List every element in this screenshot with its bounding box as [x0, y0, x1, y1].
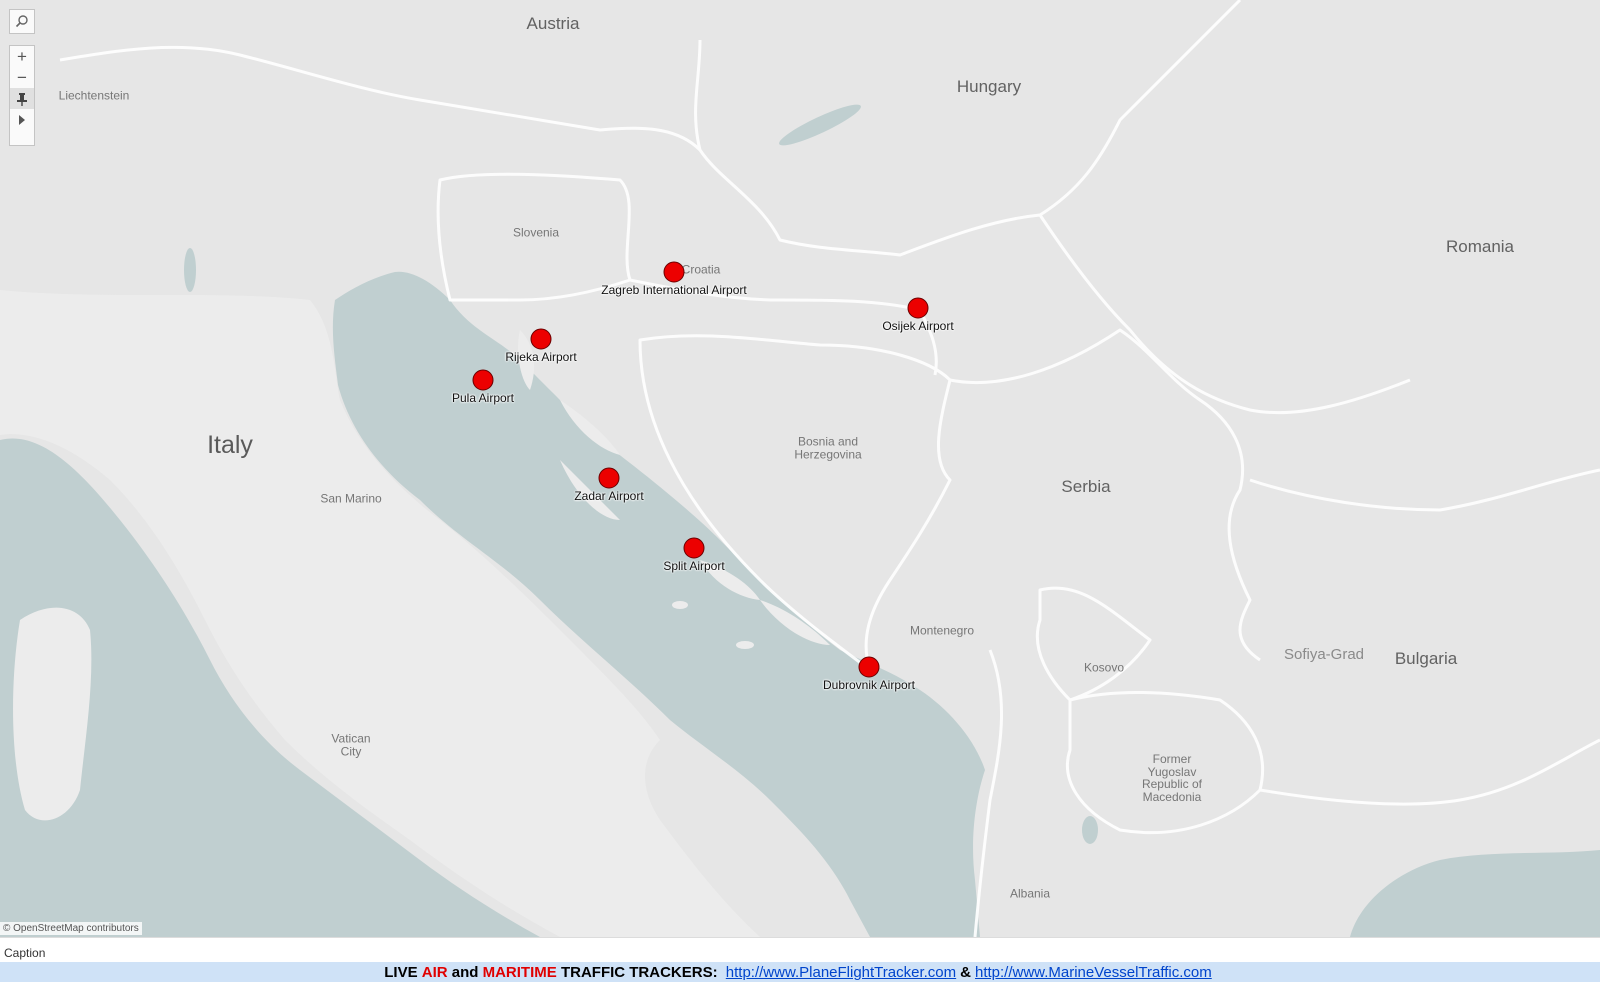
magnifier-icon[interactable] [10, 10, 34, 31]
label-bosnia: Bosnia and Herzegovina [794, 434, 862, 461]
airport-marker-split[interactable] [683, 537, 705, 559]
footer-amp: & [960, 963, 971, 981]
footer-and: and [451, 963, 479, 981]
vessel-traffic-link[interactable]: http://www.MarineVesselTraffic.com [975, 964, 1212, 981]
label-croatia: Croatia [681, 262, 721, 277]
airport-label-split: Split Airport [663, 559, 725, 573]
country-label-italy: Italy [207, 430, 253, 459]
label-albania: Albania [1009, 886, 1051, 901]
airport-marker-zadar[interactable] [598, 467, 620, 489]
country-label-romania: Romania [1445, 237, 1515, 257]
label-slovenia: Slovenia [512, 225, 560, 240]
label-kosovo: Kosovo [1083, 660, 1125, 675]
play-arrow-icon[interactable] [10, 109, 34, 130]
footer-maritime: MARITIME [482, 963, 557, 981]
airport-label-zagreb: Zagreb International Airport [601, 283, 747, 297]
zoom-out-button[interactable]: − [10, 67, 34, 88]
airport-marker-zagreb[interactable] [663, 261, 685, 283]
map-view[interactable]: Austria Hungary Italy Serbia Romania Bul… [0, 0, 1600, 937]
airport-marker-osijek[interactable] [907, 297, 929, 319]
airport-marker-pula[interactable] [472, 369, 494, 391]
zoom-in-button[interactable]: + [10, 46, 34, 67]
country-label-bulgaria: Bulgaria [1394, 649, 1458, 669]
country-label-austria: Austria [526, 14, 580, 34]
airport-label-zadar: Zadar Airport [574, 489, 644, 503]
label-san-marino: San Marino [320, 491, 382, 506]
label-sofiya-grad: Sofiya-Grad [1283, 646, 1365, 664]
label-montenegro: Montenegro [909, 623, 975, 638]
map-basemap [0, 0, 1600, 937]
airport-label-dubrovnik: Dubrovnik Airport [822, 678, 916, 692]
label-liechtenstein: Liechtenstein [58, 88, 130, 103]
footer-trackers: TRAFFIC TRACKERS: [560, 963, 718, 981]
map-search-control[interactable] [9, 9, 35, 34]
footer-live: LIVE [384, 963, 418, 981]
plane-tracker-link[interactable]: http://www.PlaneFlightTracker.com [726, 964, 956, 981]
airport-label-pula: Pula Airport [451, 391, 515, 405]
airport-label-rijeka: Rijeka Airport [505, 350, 577, 364]
airport-label-osijek: Osijek Airport [882, 319, 954, 333]
country-label-hungary: Hungary [956, 77, 1022, 97]
airport-marker-rijeka[interactable] [530, 328, 552, 350]
map-attribution: © OpenStreetMap contributors [0, 922, 142, 935]
airport-marker-dubrovnik[interactable] [858, 656, 880, 678]
caption-footer: LIVE AIR and MARITIME TRAFFIC TRACKERS: … [0, 962, 1600, 982]
country-label-serbia: Serbia [1061, 477, 1111, 497]
caption-title: Caption [4, 946, 46, 960]
pin-icon[interactable] [10, 88, 34, 109]
footer-air: AIR [421, 963, 448, 981]
label-macedonia: Former Yugoslav Republic of Macedonia [1141, 751, 1203, 804]
map-zoom-controls: + − [9, 45, 35, 146]
label-vatican-city: Vatican City [331, 731, 371, 758]
